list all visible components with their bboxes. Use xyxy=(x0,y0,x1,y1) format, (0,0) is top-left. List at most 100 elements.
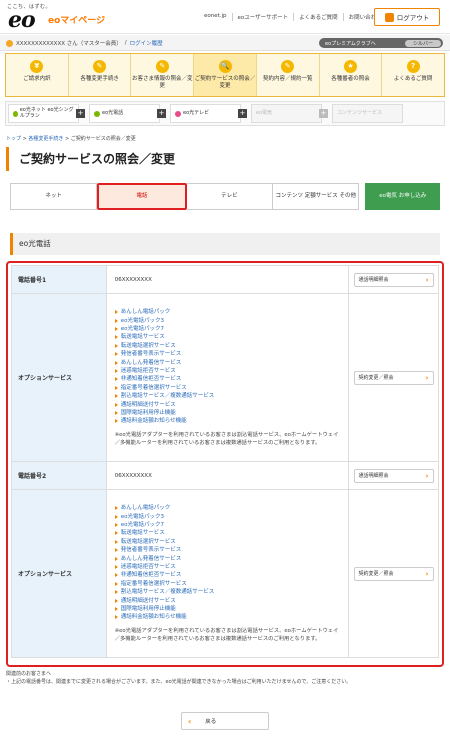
option-link[interactable]: eo光電話パック7 xyxy=(114,325,348,333)
option-link[interactable]: あんしん発着信サービス xyxy=(114,555,348,563)
star-icon: ★ xyxy=(343,60,357,73)
option-link[interactable]: eo光電話パック7 xyxy=(114,521,348,529)
service-contents[interactable]: コンテンツサービス xyxy=(332,104,403,123)
plus-icon[interactable]: + xyxy=(76,109,85,118)
option-link[interactable]: 迷惑電話拒否サービス xyxy=(114,563,348,571)
link-support[interactable]: eoユーザーサポート xyxy=(231,13,294,21)
plus-icon[interactable]: + xyxy=(319,109,328,118)
tab-electric-apply[interactable]: eo電気 お申し込み xyxy=(365,183,440,210)
option-link[interactable]: 割込電話サービス／複数通話サービス xyxy=(114,392,348,400)
table-row: オプションサービス あんしん電話パック eo光電話パック3 eo光電話パック7 … xyxy=(11,489,439,658)
option-link[interactable]: 転送電話選択サービス xyxy=(114,342,348,350)
edit-icon: ✎ xyxy=(93,60,107,73)
phone-number: 06XXXXXXXX xyxy=(105,265,350,294)
main-nav: ¥ ご請求内訳 ✎ 各種変更手続き ✎ お客さま情報の照会／変更 🔍 ご契約サービスの照… xyxy=(5,53,445,97)
option-link[interactable]: あんしん発着信サービス xyxy=(114,359,348,367)
plus-icon[interactable]: + xyxy=(157,109,166,118)
chevron-right-icon: › xyxy=(425,373,429,382)
footer-notes: 関連前のお客さまへ ・上記の電話番号は、関連までに変更される場合がございます。ま… xyxy=(6,670,351,686)
contract-change-button[interactable]: 契約変更／照会 › xyxy=(353,370,434,385)
service-electric[interactable]: eo電気 + xyxy=(251,104,328,123)
logout-button[interactable]: ログアウト xyxy=(374,8,440,26)
phone-label: 電話番号2 xyxy=(11,461,107,490)
back-label: 戻る xyxy=(205,719,217,725)
option-link[interactable]: 割込電話サービス／複数通話サービス xyxy=(114,588,348,596)
footer-note-title: 関連前のお客さまへ xyxy=(6,671,52,677)
tab-tv[interactable]: テレビ xyxy=(186,183,274,210)
option-link[interactable]: 指定番号着信選択サービス xyxy=(114,384,348,392)
premium-club-banner[interactable]: eoプレミアムクラブへ シルバー xyxy=(319,38,443,48)
tab-phone[interactable]: 電話 xyxy=(97,183,187,210)
call-history-button[interactable]: 通話明細照会 › xyxy=(353,272,434,287)
user-name: XXXXXXXXXXXXX さん（マスター会員） xyxy=(16,41,122,47)
nav-customer-info[interactable]: ✎ お客さま情報の照会／変更 xyxy=(130,54,193,96)
option-link[interactable]: 発信者番号表示サービス xyxy=(114,546,348,554)
option-link[interactable]: 指定番号着信選択サービス xyxy=(114,580,348,588)
footer-note-body: ・上記の電話番号は、関連までに変更される場合がございます。また、eo光電話が関連… xyxy=(6,679,352,685)
user-info: XXXXXXXXXXXXX さん（マスター会員） / ログイン履歴 xyxy=(6,39,163,47)
nav-billing[interactable]: ¥ ご請求内訳 xyxy=(6,54,68,96)
breadcrumb-home[interactable]: トップ xyxy=(6,136,21,142)
call-history-button[interactable]: 通話明細照会 › xyxy=(353,468,434,483)
phone-icon xyxy=(94,110,100,117)
option-link[interactable]: 発信者番号表示サービス xyxy=(114,350,348,358)
option-link[interactable]: eo光電話パック3 xyxy=(114,317,348,325)
tab-contents[interactable]: コンテンツ 定額サービス その他 xyxy=(273,183,360,210)
premium-label: eoプレミアムクラブへ xyxy=(325,40,376,47)
option-link[interactable]: 国際電話利用停止機能 xyxy=(114,605,348,613)
rank-badge: シルバー xyxy=(404,39,441,47)
service-net[interactable]: eo光ネット eo光シングルプラン + xyxy=(8,104,85,123)
option-link[interactable]: 国際電話利用停止機能 xyxy=(114,409,348,417)
option-link[interactable]: 迷惑電話拒否サービス xyxy=(114,367,348,375)
table-row: 電話番号1 06XXXXXXXX 通話明細照会 › xyxy=(11,265,439,294)
mypage-title[interactable]: eoマイページ xyxy=(48,13,105,26)
service-phone[interactable]: eo光電話 + xyxy=(89,104,166,123)
service-bar: eo光ネット eo光シングルプラン + eo光電話 + eo光テレビ + eo電気 + … xyxy=(5,101,445,126)
option-link[interactable]: 転送電話選択サービス xyxy=(114,538,348,546)
option-note: ※eo光電話アダプターを利用されているお客さまは割込電話サービス、eoホームゲー… xyxy=(114,627,339,642)
nav-faq[interactable]: ? よくあるご質問 xyxy=(381,54,444,96)
nav-procedures[interactable]: ✎ 各種変更手続き xyxy=(67,54,131,96)
nav-numbers[interactable]: ★ 各種番者の照会 xyxy=(318,54,382,96)
option-list: あんしん電話パック eo光電話パック3 eo光電話パック7 転送電話サービス 転… xyxy=(114,500,348,622)
option-link[interactable]: 通話明細送付サービス xyxy=(114,597,348,605)
contract-change-button[interactable]: 契約変更／照会 › xyxy=(353,566,434,581)
back-button[interactable]: ‹ 戻る xyxy=(181,712,269,730)
option-link[interactable]: あんしん電話パック xyxy=(114,308,348,316)
chevron-right-icon: › xyxy=(425,569,429,578)
option-link[interactable]: 非通知着信拒否サービス xyxy=(114,571,348,579)
option-link[interactable]: 通話料金話額お知らせ機能 xyxy=(114,417,348,425)
link-eonet[interactable]: eonet.jp xyxy=(199,13,232,21)
user-icon xyxy=(6,39,13,47)
chevron-right-icon: › xyxy=(425,275,429,284)
section-title: eo光電話 xyxy=(10,233,440,255)
phone-number: 06XXXXXXXX xyxy=(105,461,350,490)
option-link[interactable]: 転送電話サービス xyxy=(114,333,348,341)
document-icon: ✎ xyxy=(281,60,295,73)
option-link[interactable]: 通話明細送付サービス xyxy=(114,401,348,409)
chevron-left-icon: ‹ xyxy=(188,716,192,726)
breadcrumb-mid[interactable]: 各種変更手続き xyxy=(28,136,63,142)
logout-icon xyxy=(384,12,394,22)
link-faq[interactable]: よくあるご質問 xyxy=(293,13,343,21)
nav-contract-services[interactable]: 🔍 ご契約サービスの照会／変更 xyxy=(193,54,256,96)
option-link[interactable]: 非通知着信拒否サービス xyxy=(114,375,348,383)
login-history-link[interactable]: ログイン履歴 xyxy=(130,39,163,47)
option-link[interactable]: eo光電話パック3 xyxy=(114,513,348,521)
tab-net[interactable]: ネット xyxy=(10,183,98,210)
service-tv[interactable]: eo光テレビ + xyxy=(170,104,247,123)
plus-icon[interactable]: + xyxy=(238,109,247,118)
option-link[interactable]: 通話料金話額お知らせ機能 xyxy=(114,613,348,621)
header: ここち、はずむ。 eo eoマイページ eonet.jp eoユーザーサポート … xyxy=(0,0,450,34)
edit-icon: ✎ xyxy=(155,60,169,73)
eo-logo[interactable]: eo xyxy=(8,7,36,33)
logout-label: ログアウト xyxy=(396,14,430,22)
search-icon: 🔍 xyxy=(218,60,232,73)
nav-terms[interactable]: ✎ 契約内容／規約一覧 xyxy=(255,54,319,96)
option-link[interactable]: 転送電話サービス xyxy=(114,529,348,537)
breadcrumb-current: ご契約サービスの照会／変更 xyxy=(70,136,136,142)
option-link[interactable]: あんしん電話パック xyxy=(114,504,348,512)
option-note: ※eo光電話アダプターを利用されているお客さまは割込電話サービス、eoホームゲー… xyxy=(114,431,339,446)
phone-label: 電話番号1 xyxy=(11,265,107,294)
tv-icon xyxy=(175,110,181,117)
